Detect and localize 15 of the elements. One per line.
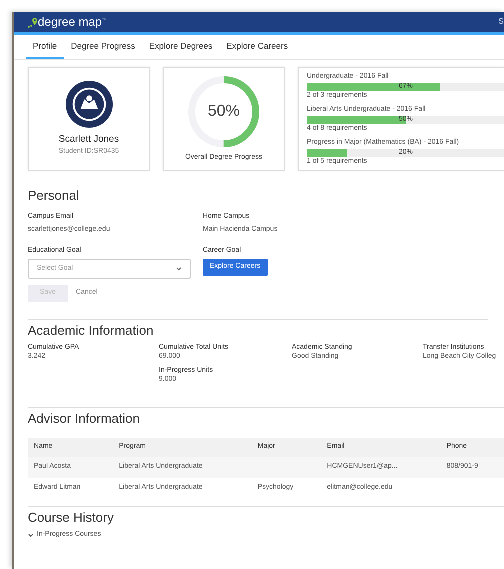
nav-tab[interactable]: Profile <box>26 35 64 59</box>
map-pin-icon <box>28 16 38 28</box>
user-name[interactable]: S <box>498 16 504 28</box>
student-name: Scarlett Jones <box>58 133 120 148</box>
nav-tab[interactable]: Degree Progress <box>64 35 142 59</box>
section-heading: Course History <box>28 510 115 526</box>
nav-tab[interactable]: Explore Careers <box>220 35 296 59</box>
section-heading: Personal <box>28 189 80 204</box>
section-heading: Academic Information <box>28 324 155 340</box>
chevron-down-icon <box>176 267 182 272</box>
nav-tab[interactable]: Explore Degrees <box>142 35 220 59</box>
section-heading: Advisor Information <box>28 412 141 426</box>
college-seal-icon <box>64 80 114 130</box>
overall-percent: 50% <box>208 102 240 122</box>
brand-name[interactable]: degree map <box>38 13 102 31</box>
